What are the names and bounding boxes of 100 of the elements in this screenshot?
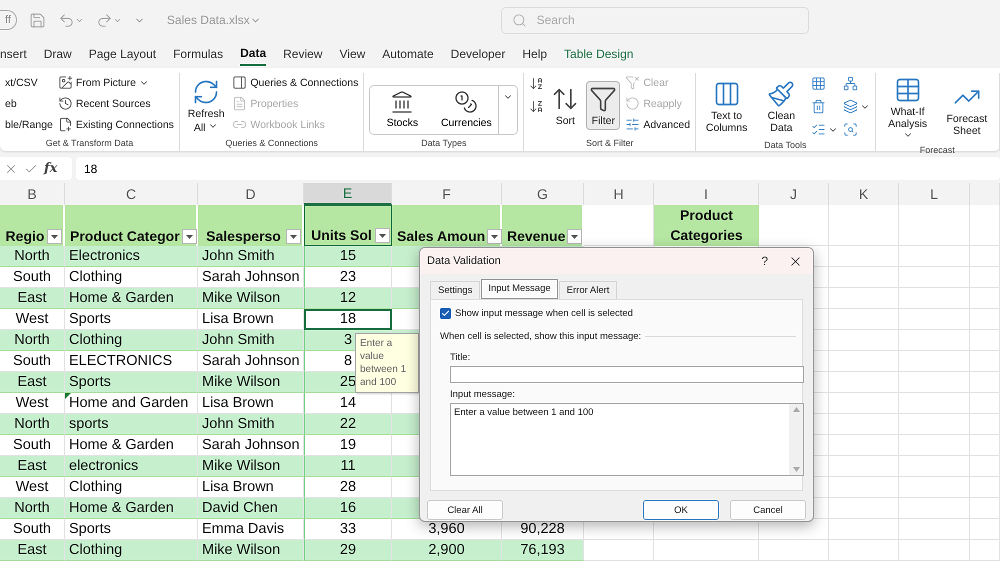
empty-cell (970, 519, 1000, 540)
input-message-tooltip: Enter a value between 1 and 100 (355, 333, 419, 393)
undo-icon[interactable] (58, 12, 75, 28)
coins-icon (454, 90, 478, 114)
table-cell: East (0, 456, 65, 477)
table-cell: East (0, 372, 65, 393)
section-label: When cell is selected, show this input message: (440, 331, 642, 342)
checkbox-label[interactable]: Show input message when cell is selected (455, 308, 633, 319)
ribbon-button[interactable]: ble/Range (5, 115, 53, 134)
empty-cell (899, 456, 970, 477)
table-cell: 18 (304, 309, 392, 330)
table-header: Revenue (502, 205, 584, 246)
ribbon-tab[interactable]: View (339, 43, 366, 65)
help-button[interactable]: ? (761, 254, 768, 268)
ribbon-button[interactable]: Sort (549, 82, 582, 130)
empty-cell (970, 540, 1000, 561)
filter-button[interactable] (487, 229, 502, 244)
table-cell: Clothing (65, 540, 198, 561)
empty-cell (899, 477, 970, 498)
ribbon-button[interactable]: Existing Connections (58, 115, 174, 134)
title-field[interactable] (450, 366, 804, 383)
dialog-title: Data Validation (427, 255, 502, 267)
checklist-icon (810, 122, 826, 137)
ribbon-tab[interactable]: Automate (382, 43, 434, 65)
ribbon-button[interactable]: Forecast Sheet (940, 80, 994, 139)
field-label: Input message: (450, 389, 516, 400)
filter-button[interactable] (47, 229, 62, 244)
ribbon-button[interactable]: From Picture (58, 73, 174, 92)
ribbon-tab[interactable]: Page Layout (88, 43, 156, 65)
ribbon-tab[interactable]: Review (283, 43, 322, 65)
empty-cell (899, 267, 970, 288)
dialog-button[interactable]: Clear All (427, 500, 503, 520)
ribbon-button[interactable]: eb (5, 94, 53, 113)
ribbon-tab[interactable]: Formulas (173, 43, 224, 65)
table-cell: East (0, 540, 65, 561)
filter-button[interactable] (286, 229, 301, 244)
ribbon-tab[interactable]: Developer (450, 43, 506, 65)
ribbon-button[interactable]: xt/CSV (5, 73, 53, 92)
dialog-button[interactable]: Cancel (730, 500, 806, 520)
checkbox[interactable] (440, 308, 451, 319)
ribbon-tab[interactable]: Data (240, 42, 266, 66)
column-header[interactable]: E (304, 183, 392, 205)
formula-input[interactable]: 18 (76, 157, 1000, 180)
group-label: Queries & Connections (224, 138, 319, 150)
dialog-tab[interactable]: Settings (430, 281, 480, 299)
table-header: Units Sol (304, 205, 392, 246)
empty-cell (829, 540, 899, 561)
filter-button[interactable] (567, 229, 582, 244)
ribbon-button[interactable]: What-If Analysis (880, 73, 935, 146)
ribbon-button[interactable]: Recent Sources (58, 94, 174, 113)
delete-icon (810, 99, 826, 114)
dialog-button[interactable]: OK (643, 500, 719, 520)
table-cell: North (0, 498, 65, 519)
save-icon[interactable] (28, 12, 46, 28)
insert-function-button[interactable]: fx (44, 161, 58, 176)
sort-descending-icon (529, 99, 544, 114)
redo-icon[interactable] (96, 12, 113, 28)
table-cell: North (0, 246, 65, 267)
table-cell: 2,900 (392, 540, 502, 561)
table-cell: John Smith (198, 330, 304, 351)
ribbon-button[interactable]: Advanced (625, 115, 690, 134)
empty-cell (829, 498, 899, 519)
ribbon-button[interactable]: Text to Columns (701, 76, 752, 136)
grid-icon (810, 76, 826, 91)
table-cell: David Chen (198, 498, 304, 519)
gallery-item[interactable]: Currencies (434, 86, 498, 134)
empty-cell (899, 519, 970, 540)
clear-filter-icon (625, 75, 640, 90)
ribbon-tab[interactable]: Help (522, 43, 548, 65)
ribbon-tab[interactable]: nsert (0, 43, 27, 65)
gallery-item[interactable]: Stocks (370, 86, 434, 134)
ribbon-tab[interactable]: Draw (44, 43, 72, 65)
dialog-tab[interactable]: Error Alert (558, 281, 618, 299)
empty-cell (899, 309, 970, 330)
filter-button[interactable] (375, 228, 390, 243)
ribbon-button[interactable]: Filter (586, 80, 620, 130)
table-cell: East (0, 288, 65, 309)
filter-button[interactable] (182, 229, 197, 244)
empty-cell (829, 288, 899, 309)
layers-icon (842, 99, 858, 114)
table-cell: 29 (304, 540, 392, 561)
table-header: Salesperso (198, 205, 304, 246)
empty-cell (829, 205, 899, 246)
table-cell: Mike Wilson (198, 372, 304, 393)
empty-cell (829, 456, 899, 477)
empty-cell (829, 267, 899, 288)
dialog-tab[interactable]: Input Message (481, 279, 558, 299)
empty-cell (829, 351, 899, 372)
table-header: Product Categories (654, 205, 759, 246)
ribbon-button[interactable]: Queries & Connections (232, 73, 358, 92)
caret-icon (379, 234, 386, 238)
empty-cell (829, 246, 899, 267)
columns-icon (712, 80, 741, 108)
ribbon-tab[interactable]: Table Design (564, 43, 634, 65)
empty-cell (829, 435, 899, 456)
table-header: Product Categor (65, 205, 198, 246)
empty-cell (829, 309, 899, 330)
ribbon-button[interactable]: Refresh All (184, 75, 228, 136)
ribbon-button[interactable]: Clean Data (757, 76, 806, 136)
table-cell: 11 (304, 456, 392, 477)
